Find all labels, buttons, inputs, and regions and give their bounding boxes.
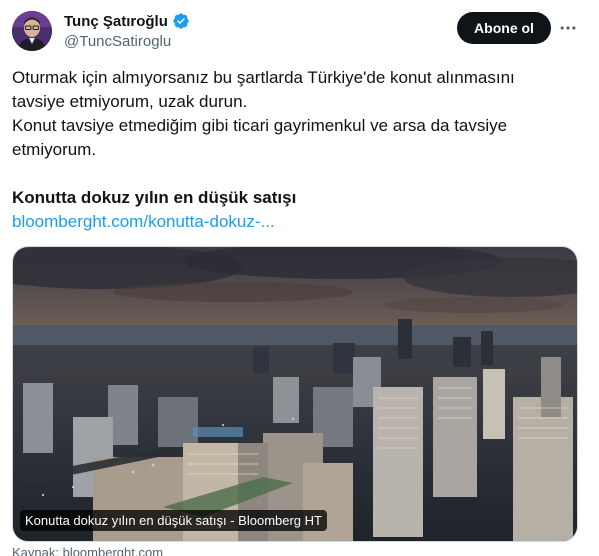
- card-source[interactable]: Kaynak: bloomberght.com: [12, 545, 163, 556]
- card-link[interactable]: bloomberght.com/konutta-dokuz-...: [12, 210, 275, 234]
- avatar[interactable]: [12, 11, 52, 51]
- tweet-text: Oturmak için almıyorsanız bu şartlarda T…: [12, 66, 572, 162]
- more-options-button[interactable]: [556, 16, 580, 40]
- card-image[interactable]: [12, 246, 578, 542]
- more-dots-icon: [560, 26, 576, 30]
- author-name-row: Tunç Şatıroğlu: [64, 12, 190, 30]
- card-title: Konutta dokuz yılın en düşük satışı: [12, 188, 297, 207]
- verified-badge-icon: [172, 12, 190, 30]
- author-display-name[interactable]: Tunç Şatıroğlu: [64, 13, 168, 30]
- image-caption: Konutta dokuz yılın en düşük satışı - Bl…: [20, 510, 327, 531]
- follow-button[interactable]: Abone ol: [457, 12, 551, 44]
- tweet-text-line: Oturmak için almıyorsanız bu şartlarda T…: [12, 68, 515, 111]
- tweet-text-line: Konut tavsiye etmediğim gibi ticari gayr…: [12, 116, 508, 159]
- author-handle[interactable]: @TuncSatiroglu: [64, 33, 171, 50]
- tweet: Tunç Şatıroğlu @TuncSatiroglu Abone ol O…: [0, 0, 599, 556]
- city-skyline-image: [13, 247, 577, 541]
- person-avatar-icon: [12, 11, 52, 51]
